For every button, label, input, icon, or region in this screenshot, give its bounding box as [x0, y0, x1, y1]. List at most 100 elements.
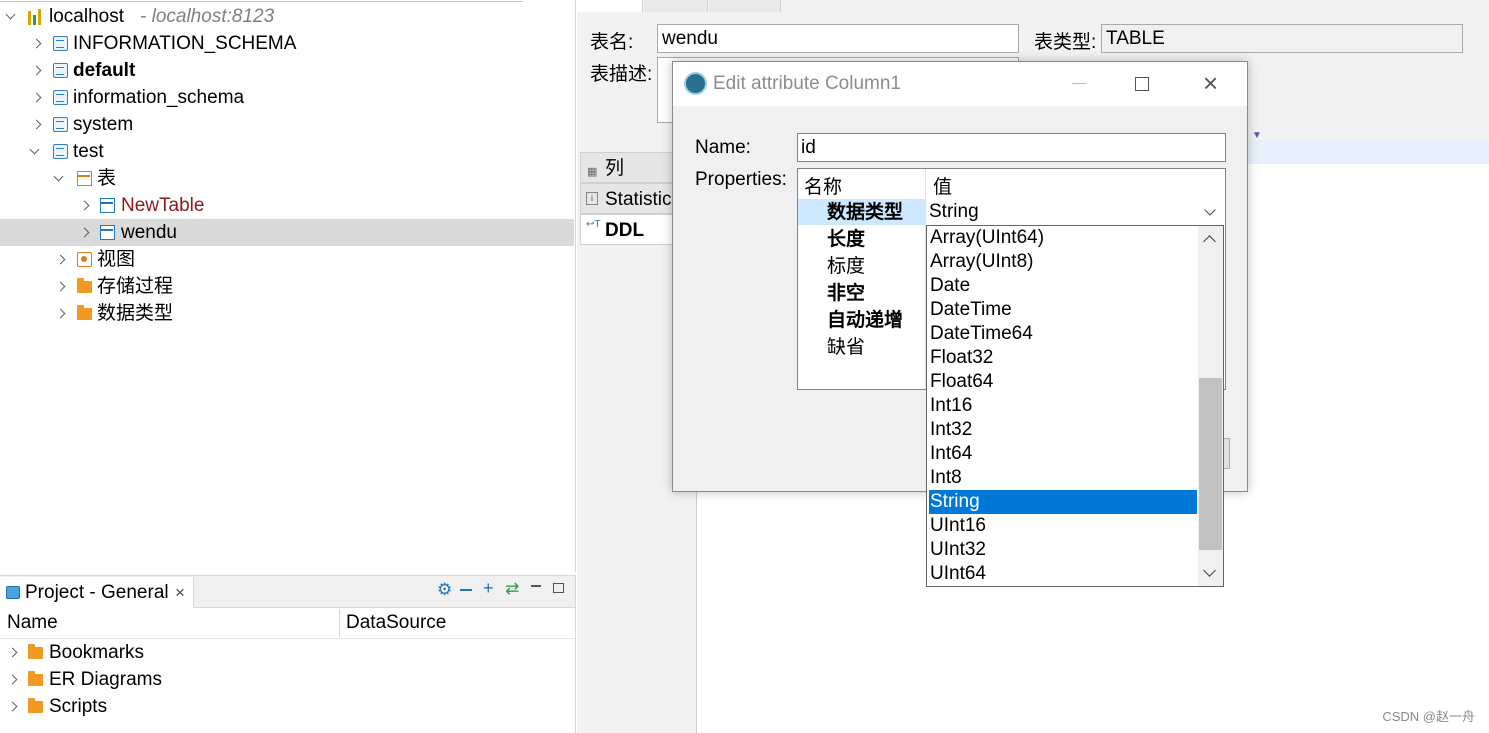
table-name-label: 表名: — [590, 32, 634, 53]
tree-item-database[interactable]: system — [0, 111, 574, 138]
minimize-icon — [1072, 83, 1086, 84]
datatype-option[interactable]: Int64 — [929, 442, 1197, 466]
datatype-option[interactable]: UInt16 — [929, 514, 1197, 538]
tree-item-database[interactable]: default — [0, 57, 574, 84]
tab-statistics-label: Statistic — [605, 189, 672, 210]
prop-name[interactable]: 自动递增 — [827, 307, 903, 334]
tree-item-tables-folder[interactable]: 表 — [0, 165, 574, 192]
datatype-option[interactable]: Float32 — [929, 346, 1197, 370]
prop-name[interactable]: 非空 — [827, 280, 865, 307]
editor-tab-diagram[interactable] — [709, 0, 781, 12]
editor-tab-data[interactable] — [644, 0, 708, 12]
chevron-right-icon[interactable] — [78, 192, 92, 219]
watermark: CSDN @赵一舟 — [1382, 709, 1475, 724]
column-header-datasource[interactable]: DataSource — [346, 608, 446, 638]
project-item[interactable]: ER Diagrams — [0, 666, 575, 693]
database-label: system — [73, 114, 134, 135]
prop-name[interactable]: 长度 — [827, 226, 865, 253]
gear-icon[interactable]: ⚙ — [437, 580, 452, 600]
project-item[interactable]: Bookmarks — [0, 639, 575, 666]
table-name-input[interactable]: wendu — [657, 24, 1019, 53]
project-item-label: Scripts — [49, 696, 108, 717]
maximize-icon[interactable] — [553, 583, 564, 593]
project-item[interactable]: Scripts — [0, 693, 575, 720]
database-icon — [53, 36, 68, 51]
collapse-icon[interactable] — [460, 589, 472, 591]
tree-item-database[interactable]: INFORMATION_SCHEMA — [0, 30, 574, 57]
folder-icon — [77, 305, 92, 320]
tab-ddl[interactable]: ↩T DDL — [580, 214, 673, 245]
tree-item-datatypes-folder[interactable]: 数据类型 — [0, 300, 574, 327]
chevron-right-icon[interactable] — [6, 693, 20, 720]
scroll-down-icon[interactable] — [1203, 564, 1216, 577]
dropdown-indicator-icon: ▼ — [1252, 130, 1262, 141]
close-icon[interactable]: × — [175, 577, 185, 608]
dropdown-scrollbar[interactable] — [1198, 226, 1223, 586]
chevron-right-icon[interactable] — [30, 57, 44, 84]
minimize-button[interactable] — [1053, 62, 1103, 106]
tab-columns[interactable]: ▦ 列 — [580, 152, 673, 183]
scrollbar-thumb[interactable] — [1199, 378, 1222, 550]
prop-name[interactable]: 数据类型 — [827, 199, 903, 226]
datatype-option[interactable]: Float64 — [929, 370, 1197, 394]
column-header-name[interactable]: Name — [7, 608, 58, 638]
tree-item-table[interactable]: NewTable — [0, 192, 574, 219]
editor-tab-properties[interactable] — [577, 0, 643, 12]
datatype-option[interactable]: Int8 — [929, 466, 1197, 490]
datatype-combo[interactable]: String — [926, 199, 1225, 226]
scroll-up-icon[interactable] — [1203, 235, 1216, 248]
chevron-right-icon[interactable] — [30, 84, 44, 111]
tree-item-connection[interactable]: localhost - localhost:8123 — [0, 3, 574, 30]
chevron-right-icon[interactable] — [6, 639, 20, 666]
datatype-option[interactable]: UInt32 — [929, 538, 1197, 562]
datatype-option[interactable]: DateTime64 — [929, 322, 1197, 346]
tree-item-table-selected[interactable]: wendu — [0, 219, 574, 246]
chevron-down-icon[interactable] — [1204, 204, 1216, 216]
props-header-name: 名称 — [804, 177, 843, 198]
info-icon: i — [586, 192, 598, 205]
datatype-option[interactable]: UInt64 — [929, 562, 1197, 586]
prop-name[interactable]: 缺省 — [827, 334, 865, 361]
close-button[interactable]: × — [1188, 62, 1238, 106]
minimize-icon[interactable] — [531, 585, 541, 587]
tree-item-procedures-folder[interactable]: 存储过程 — [0, 273, 574, 300]
server-icon — [28, 9, 44, 25]
name-input[interactable]: id — [797, 133, 1226, 162]
chevron-right-icon[interactable] — [54, 273, 68, 300]
chevron-right-icon[interactable] — [78, 219, 92, 246]
table-icon — [100, 198, 115, 213]
ddl-icon: ↩T — [586, 219, 601, 230]
props-header-value: 值 — [933, 177, 953, 198]
tables-folder-icon — [77, 171, 92, 186]
datatypes-folder-label: 数据类型 — [97, 303, 174, 324]
datatype-option[interactable]: Int16 — [929, 394, 1197, 418]
tree-item-views-folder[interactable]: 视图 — [0, 246, 574, 273]
project-panel: Project - General × ⚙ + ⇄ Name DataSourc… — [0, 575, 576, 733]
datatype-option[interactable]: DateTime — [929, 298, 1197, 322]
column-divider[interactable] — [339, 609, 340, 637]
tree-item-database[interactable]: information_schema — [0, 84, 574, 111]
chevron-down-icon[interactable] — [4, 3, 18, 30]
datatype-option[interactable]: Date — [929, 274, 1197, 298]
chevron-right-icon[interactable] — [6, 666, 20, 693]
add-icon[interactable]: + — [483, 578, 494, 599]
dialog-titlebar[interactable]: Edit attribute Column1 × — [673, 62, 1247, 106]
datatype-option[interactable]: Int32 — [929, 418, 1197, 442]
chevron-right-icon[interactable] — [30, 30, 44, 57]
chevron-down-icon[interactable] — [52, 165, 66, 192]
tab-statistics[interactable]: i Statistic — [580, 183, 673, 214]
chevron-right-icon[interactable] — [54, 300, 68, 327]
prop-name[interactable]: 标度 — [827, 253, 865, 280]
chevron-right-icon[interactable] — [54, 246, 68, 273]
maximize-button[interactable] — [1117, 62, 1167, 106]
connection-detail: - localhost:8123 — [140, 6, 275, 27]
chevron-right-icon[interactable] — [30, 111, 44, 138]
datatype-dropdown-list[interactable]: Array(UInt64) Array(UInt8) Date DateTime… — [926, 225, 1224, 587]
datatype-option-selected[interactable]: String — [929, 490, 1197, 514]
datatype-option[interactable]: Array(UInt8) — [929, 250, 1197, 274]
tree-item-database-test[interactable]: test — [0, 138, 574, 165]
chevron-down-icon[interactable] — [28, 138, 42, 165]
datatype-option[interactable]: Array(UInt64) — [929, 226, 1197, 250]
link-icon[interactable]: ⇄ — [505, 579, 519, 599]
tab-project-general[interactable]: Project - General × — [0, 577, 194, 608]
